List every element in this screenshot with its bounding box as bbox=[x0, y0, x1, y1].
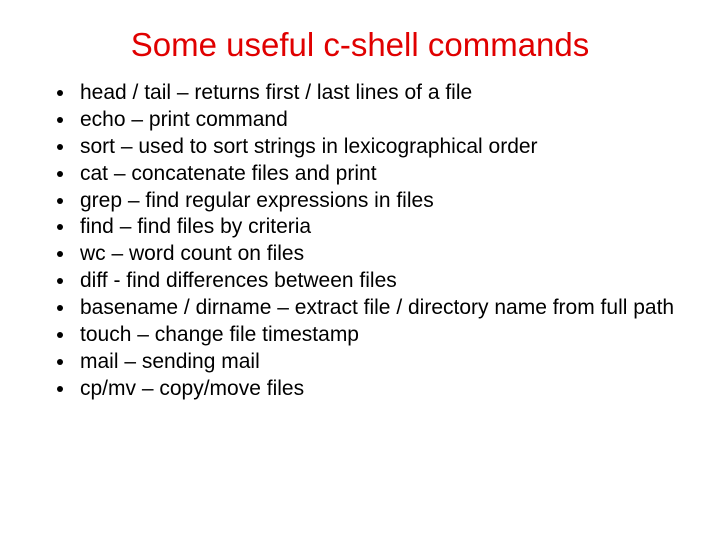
list-item: cp/mv – copy/move files bbox=[76, 376, 696, 403]
list-item: basename / dirname – extract file / dire… bbox=[76, 295, 696, 322]
slide: Some useful c-shell commands head / tail… bbox=[0, 0, 720, 540]
list-item: grep – find regular expressions in files bbox=[76, 188, 696, 215]
list-item: head / tail – returns first / last lines… bbox=[76, 80, 696, 107]
slide-title: Some useful c-shell commands bbox=[24, 26, 696, 64]
command-list: head / tail – returns first / last lines… bbox=[24, 80, 696, 403]
list-item: touch – change file timestamp bbox=[76, 322, 696, 349]
list-item: find – find files by criteria bbox=[76, 214, 696, 241]
list-item: wc – word count on files bbox=[76, 241, 696, 268]
list-item: cat – concatenate files and print bbox=[76, 161, 696, 188]
list-item: mail – sending mail bbox=[76, 349, 696, 376]
list-item: diff - find differences between files bbox=[76, 268, 696, 295]
list-item: echo – print command bbox=[76, 107, 696, 134]
list-item: sort – used to sort strings in lexicogra… bbox=[76, 134, 696, 161]
